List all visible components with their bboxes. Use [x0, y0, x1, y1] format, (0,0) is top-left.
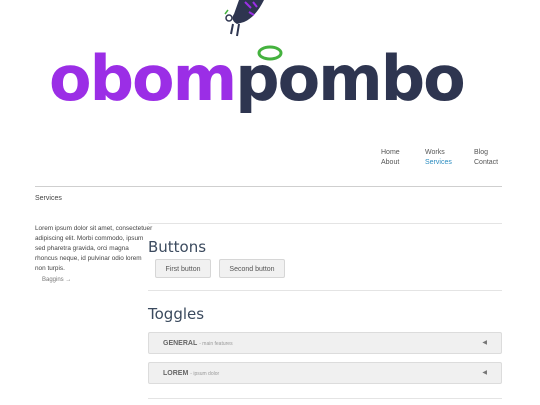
nav-about[interactable]: About	[381, 158, 400, 168]
llama-mascot-icon	[224, 0, 264, 37]
toggle-title: LOREM - ipsum dolor	[163, 363, 219, 385]
section-divider	[148, 398, 502, 399]
swirl-icon	[257, 45, 283, 61]
toggle-lorem[interactable]: LOREM - ipsum dolor ◀	[148, 362, 502, 384]
second-button[interactable]: Second button	[219, 259, 285, 278]
buttons-heading: Buttons	[148, 238, 207, 256]
toggle-general[interactable]: GENERAL - main features ◀	[148, 332, 502, 354]
nav-column-2: Works Services	[425, 148, 452, 168]
nav-blog[interactable]: Blog	[474, 148, 498, 158]
nav-home[interactable]: Home	[381, 148, 400, 158]
toggles-heading: Toggles	[148, 305, 205, 323]
toggle-title: GENERAL - main features	[163, 333, 233, 355]
logo[interactable]: obompombo	[49, 0, 466, 120]
nav-services[interactable]: Services	[425, 158, 452, 168]
toggle-subtitle: - main features	[199, 341, 233, 347]
caret-left-icon: ◀	[482, 370, 487, 376]
nav-contact[interactable]: Contact	[474, 158, 498, 168]
sidebar-link[interactable]: Baggins →	[42, 277, 71, 283]
logo-text-purple: obom	[49, 42, 237, 115]
nav-column-3: Blog Contact	[474, 148, 498, 168]
sidebar-text: Lorem ipsum dolor sit amet, consectetuer…	[35, 225, 153, 273]
toggle-title-text: GENERAL	[163, 340, 198, 347]
section-divider	[148, 223, 502, 224]
section-divider	[148, 290, 502, 291]
toggle-subtitle: - ipsum dolor	[190, 371, 220, 377]
toggle-title-text: LOREM	[163, 370, 189, 377]
sidebar-title: Services	[35, 195, 62, 202]
nav-works[interactable]: Works	[425, 148, 452, 158]
caret-left-icon: ◀	[482, 340, 487, 346]
header-divider	[35, 186, 502, 187]
first-button[interactable]: First button	[155, 259, 211, 278]
nav-column-1: Home About	[381, 148, 400, 168]
